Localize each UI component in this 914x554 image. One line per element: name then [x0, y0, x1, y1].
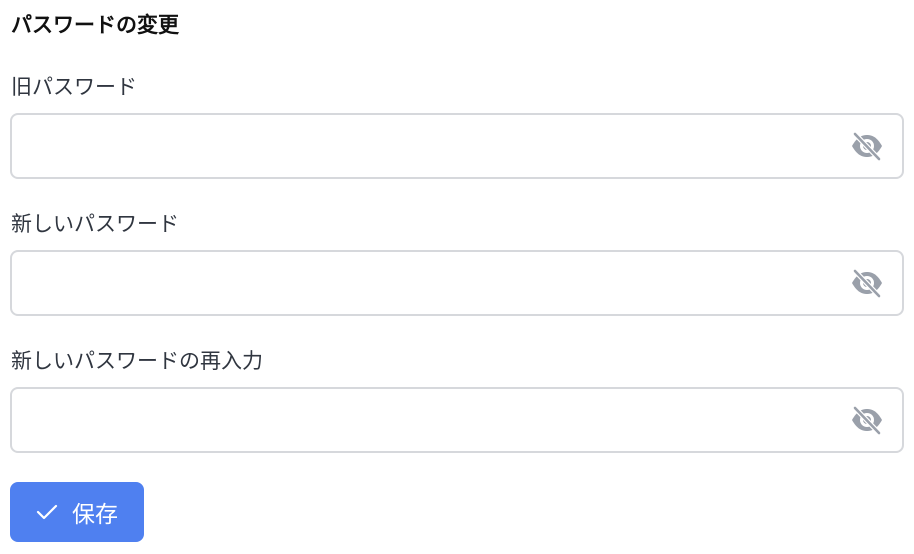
- new-password-label: 新しいパスワード: [11, 212, 179, 236]
- confirm-password-field[interactable]: [10, 387, 904, 453]
- password-change-form: パスワードの変更 旧パスワード 新しいパスワード 新しいパスワードの再入力 保存: [0, 0, 914, 554]
- save-button[interactable]: 保存: [10, 482, 144, 542]
- old-password-field[interactable]: [10, 113, 904, 179]
- page-title: パスワードの変更: [11, 13, 179, 37]
- confirm-password-label: 新しいパスワードの再入力: [11, 349, 263, 373]
- new-password-input[interactable]: [26, 252, 826, 314]
- old-password-label: 旧パスワード: [11, 75, 137, 99]
- eye-off-icon[interactable]: [850, 268, 884, 298]
- save-button-label: 保存: [72, 502, 118, 528]
- check-icon: [36, 503, 58, 521]
- new-password-field[interactable]: [10, 250, 904, 316]
- confirm-password-input[interactable]: [26, 389, 826, 451]
- eye-off-icon[interactable]: [850, 405, 884, 435]
- old-password-input[interactable]: [26, 115, 826, 177]
- eye-off-icon[interactable]: [850, 131, 884, 161]
